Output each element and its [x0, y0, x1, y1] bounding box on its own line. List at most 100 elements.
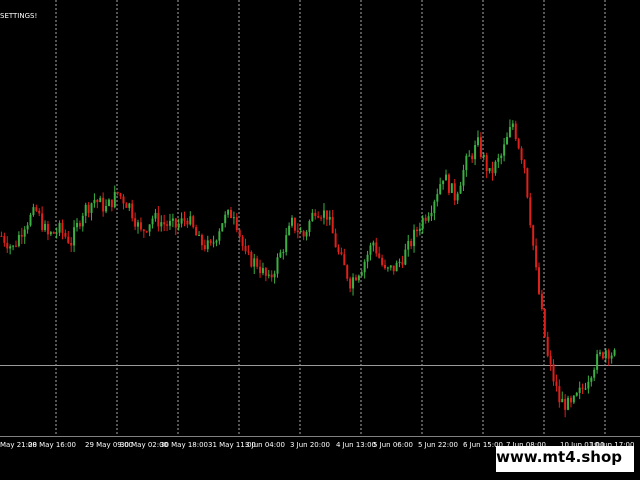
bull-candle [584, 388, 587, 390]
bull-candle [84, 204, 87, 216]
bull-candle [232, 217, 235, 219]
bull-candle [500, 155, 503, 159]
bear-candle [320, 217, 323, 219]
bear-candle [546, 336, 549, 356]
bull-candle [76, 222, 78, 228]
bull-candle [511, 123, 514, 128]
bear-candle [38, 210, 41, 214]
bear-candle [415, 229, 418, 232]
bull-candle [587, 381, 590, 389]
bull-candle [189, 216, 192, 225]
bull-candle [23, 229, 26, 237]
bull-candle [613, 349, 616, 356]
bull-candle [596, 354, 599, 370]
bear-candle [349, 278, 352, 289]
bull-candle [567, 397, 570, 410]
bear-candle [543, 308, 546, 337]
candles [0, 119, 616, 418]
bull-candle [81, 215, 84, 227]
bull-candle [439, 184, 442, 195]
bull-candle [291, 217, 294, 226]
bull-candle [465, 155, 468, 171]
bull-candle [433, 201, 436, 213]
bull-candle [224, 214, 227, 224]
bull-candle [73, 227, 76, 246]
bull-candle [328, 216, 331, 220]
bear-candle [61, 222, 64, 233]
bull-candle [215, 240, 218, 243]
bear-candle [317, 216, 320, 218]
bull-candle [572, 395, 575, 403]
bull-candle [26, 225, 29, 230]
bull-candle [404, 249, 407, 265]
bull-candle [180, 218, 183, 224]
bull-candle [282, 252, 285, 254]
bear-candle [0, 235, 3, 237]
bear-candle [479, 137, 482, 157]
bull-candle [445, 174, 448, 181]
bull-candle [395, 262, 398, 272]
bear-candle [14, 245, 17, 247]
bear-candle [125, 203, 128, 208]
bull-candle [308, 221, 311, 232]
bull-candle [32, 207, 35, 215]
bear-candle [270, 274, 273, 278]
bear-candle [381, 257, 384, 265]
bull-candle [206, 240, 209, 250]
bull-candle [462, 170, 465, 186]
bear-candle [514, 123, 517, 140]
bull-candle [107, 199, 110, 207]
bear-candle [230, 209, 232, 219]
bear-candle [87, 204, 90, 213]
bull-candle [459, 185, 462, 194]
bull-candle [93, 199, 96, 204]
bear-candle [581, 387, 584, 389]
bear-candle [424, 217, 427, 221]
bull-candle [360, 272, 363, 276]
bear-candle [134, 218, 137, 227]
bear-candle [538, 267, 540, 294]
bull-candle [427, 216, 430, 221]
time-tick-label: 5 Jun 22:00 [418, 441, 458, 449]
bear-candle [102, 197, 105, 212]
bear-candle [471, 155, 474, 160]
bull-candle [198, 234, 201, 236]
bull-candle [357, 275, 360, 281]
bear-candle [20, 234, 23, 237]
bull-candle [413, 229, 416, 247]
bull-candle [218, 231, 221, 241]
bull-candle [49, 232, 52, 235]
bear-candle [166, 224, 169, 226]
bull-candle [398, 261, 401, 263]
bull-candle [407, 240, 410, 250]
bear-candle [119, 193, 122, 197]
bear-candle [375, 242, 378, 254]
bear-candle [46, 223, 49, 235]
bull-candle [113, 191, 116, 208]
bull-candle [267, 274, 270, 276]
bear-candle [35, 207, 38, 211]
bull-candle [311, 212, 314, 222]
bear-candle [569, 397, 572, 403]
bull-candle [177, 223, 180, 228]
bull-candle [561, 398, 564, 403]
watermark-text: www.mt4.shop [496, 448, 622, 466]
bull-candle [305, 231, 308, 237]
time-tick-label: 5 Jun 06:00 [373, 441, 413, 449]
bear-candle [192, 216, 195, 228]
bear-candle [334, 233, 337, 248]
bull-candle [171, 218, 174, 221]
bull-candle [128, 203, 131, 208]
settings-label: SETTINGS! [0, 12, 38, 20]
bear-candle [296, 230, 299, 233]
bear-candle [532, 225, 535, 246]
bull-candle [279, 252, 282, 258]
bull-candle [221, 223, 224, 232]
bull-candle [418, 228, 421, 232]
bull-candle [285, 235, 288, 253]
bull-candle [227, 209, 230, 215]
bull-candle [575, 392, 578, 396]
bear-candle [354, 277, 357, 281]
bull-candle [261, 268, 264, 274]
bull-candle [322, 210, 325, 218]
